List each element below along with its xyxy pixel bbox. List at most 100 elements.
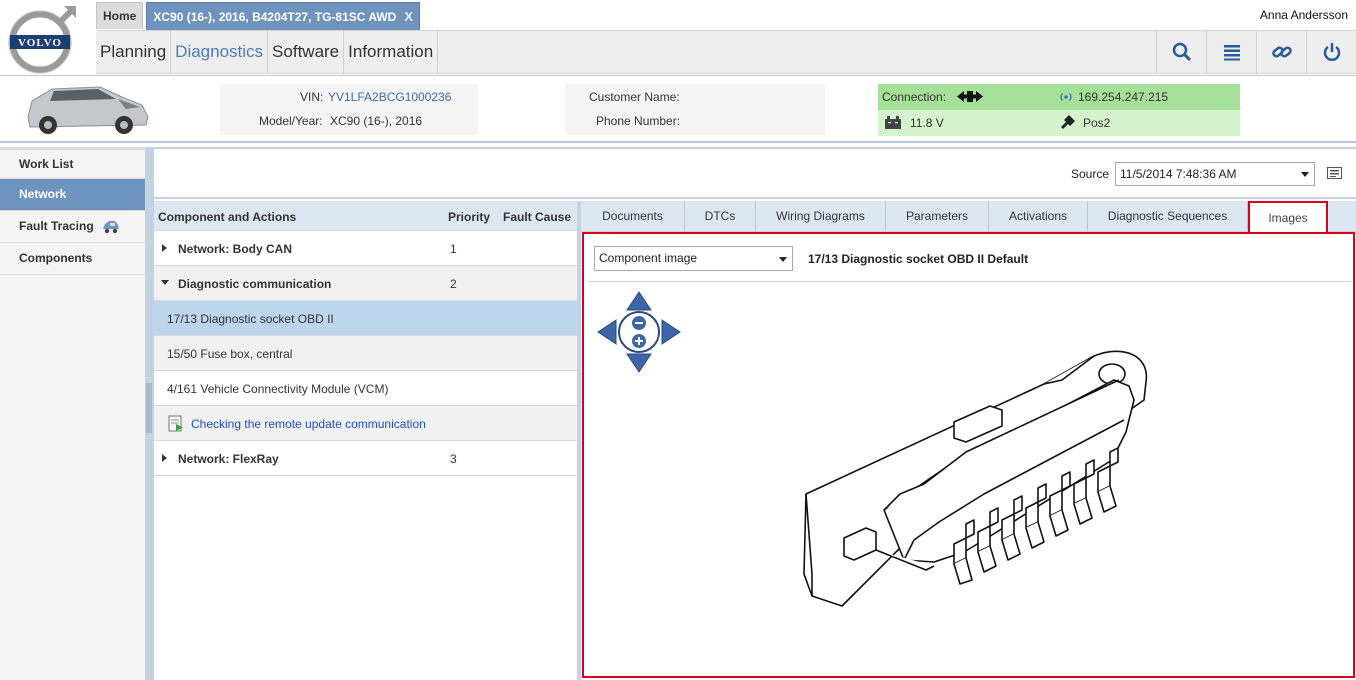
power-button[interactable] <box>1306 31 1356 73</box>
car-fault-icon <box>102 220 119 233</box>
chevron-down-icon <box>779 257 787 262</box>
pan-right-icon[interactable] <box>661 319 681 345</box>
tab-activations[interactable]: Activations <box>989 201 1088 232</box>
search-icon <box>1172 42 1191 62</box>
nav-fault-tracing-label: Fault Tracing <box>19 219 94 233</box>
pan-zoom-control[interactable] <box>596 290 682 374</box>
list-row-fuse-box[interactable]: 15/50 Fuse box, central <box>154 336 577 371</box>
row-label[interactable]: Checking the remote update communication <box>191 417 426 431</box>
obd-socket-drawing <box>803 350 1148 607</box>
divider <box>588 281 1351 282</box>
volvo-logo-icon: VOLVO <box>8 6 76 74</box>
battery-voltage: 11.8 V <box>910 116 944 130</box>
source-bar: Source 11/5/2014 7:48:36 AM <box>154 147 1356 199</box>
ip-address: 169.254.247.215 <box>1078 90 1169 104</box>
pan-down-icon[interactable] <box>626 353 652 373</box>
search-button[interactable] <box>1156 31 1206 73</box>
detail-tabs: Documents DTCs Wiring Diagrams Parameter… <box>581 201 1356 232</box>
nav-network[interactable]: Network <box>0 179 145 211</box>
wireless-icon <box>1060 93 1072 101</box>
tab-dtcs[interactable]: DTCs <box>685 201 756 232</box>
customer-details: Customer Name: Phone Number: <box>565 84 825 135</box>
tab-vehicle[interactable]: XC90 (16-), 2016, B4204T27, TG-81SC AWD … <box>146 2 421 31</box>
source-dropdown-value: 11/5/2014 7:48:36 AM <box>1120 167 1237 181</box>
customer-name-label: Customer Name: <box>589 90 680 104</box>
connection-status-icon <box>957 91 983 102</box>
battery-icon <box>885 116 901 129</box>
source-dropdown[interactable]: 11/5/2014 7:48:36 AM <box>1115 162 1315 186</box>
action-document-icon <box>168 415 183 432</box>
tab-diagnostic-sequences[interactable]: Diagnostic Sequences <box>1088 201 1248 232</box>
collapse-arrow-icon[interactable] <box>161 280 169 285</box>
phone-number-label: Phone Number: <box>596 114 681 128</box>
expand-arrow-icon[interactable] <box>162 244 167 252</box>
power-icon <box>1323 43 1340 61</box>
list-row-flexray[interactable]: Network: FlexRay 3 <box>154 441 577 476</box>
model-label: Model/Year: <box>259 114 323 128</box>
header-priority[interactable]: Priority <box>448 210 490 224</box>
image-viewer: Component image 17/13 Diagnostic socket … <box>582 232 1355 678</box>
image-title: 17/13 Diagnostic socket OBD II Default <box>808 252 1029 266</box>
tab-wiring-diagrams[interactable]: Wiring Diagrams <box>756 201 886 232</box>
nav-components-label: Components <box>19 251 93 265</box>
tab-parameters[interactable]: Parameters <box>886 201 989 232</box>
logo-text: VOLVO <box>18 37 62 49</box>
tab-images[interactable]: Images <box>1248 201 1328 232</box>
tab-close-icon[interactable]: X <box>404 3 413 31</box>
ignition-position: Pos2 <box>1083 116 1111 130</box>
menu-planning[interactable]: Planning <box>96 31 172 73</box>
component-list-header: Component and Actions Priority Fault Cau… <box>154 201 577 231</box>
source-label: Source <box>1070 167 1109 181</box>
nav-fault-tracing[interactable]: Fault Tracing <box>0 211 145 243</box>
nav-components[interactable]: Components <box>0 243 145 275</box>
component-list: Component and Actions Priority Fault Cau… <box>154 201 578 680</box>
list-button[interactable] <box>1206 31 1256 73</box>
row-priority: 2 <box>450 277 457 291</box>
source-settings-icon[interactable] <box>1327 167 1342 179</box>
row-label: 15/50 Fuse box, central <box>167 347 293 361</box>
link-button[interactable] <box>1256 31 1306 73</box>
connection-panel: Connection: 169.254.247.215 11.8 V Pos2 <box>878 84 1240 136</box>
image-type-dropdown[interactable]: Component image <box>594 246 793 271</box>
list-row-obd-socket[interactable]: 17/13 Diagnostic socket OBD II <box>154 301 577 336</box>
tab-home[interactable]: Home <box>96 2 144 29</box>
left-panel-splitter[interactable] <box>146 147 154 680</box>
menu-diagnostics[interactable]: Diagnostics <box>171 31 269 73</box>
header-fault-cause[interactable]: Fault Cause <box>503 210 571 224</box>
left-navigation: Work List Network Fault Tracing Componen… <box>0 147 146 680</box>
detail-panel: Documents DTCs Wiring Diagrams Parameter… <box>581 201 1356 680</box>
row-label: Network: FlexRay <box>178 452 279 466</box>
model-value: XC90 (16-), 2016 <box>330 114 423 128</box>
pan-left-icon[interactable] <box>597 319 617 345</box>
tab-vehicle-label: XC90 (16-), 2016, B4204T27, TG-81SC AWD <box>153 9 397 24</box>
row-label: 4/161 Vehicle Connectivity Module (VCM) <box>167 382 389 396</box>
menu-software[interactable]: Software <box>268 31 345 73</box>
tab-documents[interactable]: Documents <box>581 201 685 232</box>
row-priority: 3 <box>450 452 457 466</box>
app-header: VOLVO Home XC90 (16-), 2016, B4204T27, T… <box>0 0 1356 76</box>
header-component-actions[interactable]: Component and Actions <box>158 210 296 224</box>
list-icon <box>1223 45 1240 61</box>
vehicle-details: VIN: YV1LFA2BCG1000236 Model/Year: XC90 … <box>220 84 478 135</box>
key-icon <box>1061 115 1075 129</box>
row-label: Network: Body CAN <box>178 242 293 256</box>
menu-information[interactable]: Information <box>344 31 439 73</box>
pan-up-icon[interactable] <box>626 291 652 311</box>
row-label: 17/13 Diagnostic socket OBD II <box>167 312 334 326</box>
splitter-handle[interactable] <box>146 383 152 433</box>
user-name: Anna Andersson <box>1259 8 1348 22</box>
nav-work-list[interactable]: Work List <box>0 147 145 179</box>
list-row-body-can[interactable]: Network: Body CAN 1 <box>154 231 577 266</box>
list-row-vcm[interactable]: 4/161 Vehicle Connectivity Module (VCM) <box>154 371 577 406</box>
nav-network-label: Network <box>19 187 67 201</box>
tab-bar: Home XC90 (16-), 2016, B4204T27, TG-81SC… <box>96 2 421 31</box>
list-row-diagnostic-communication[interactable]: Diagnostic communication 2 <box>154 266 577 301</box>
connection-label: Connection: <box>882 90 947 104</box>
expand-arrow-icon[interactable] <box>162 454 167 462</box>
vin-value[interactable]: YV1LFA2BCG1000236 <box>328 90 451 104</box>
row-label: Diagnostic communication <box>178 277 332 291</box>
image-type-value: Component image <box>599 251 698 265</box>
list-row-remote-update-check[interactable]: Checking the remote update communication <box>154 406 577 441</box>
chevron-down-icon <box>1301 172 1309 177</box>
vehicle-info-bar: VIN: YV1LFA2BCG1000236 Model/Year: XC90 … <box>0 77 1356 143</box>
